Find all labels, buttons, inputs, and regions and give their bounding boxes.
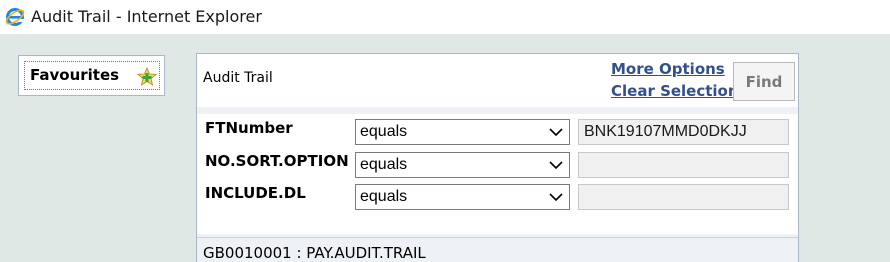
internet-explorer-icon [5,8,25,26]
operator-select-no-sort-option[interactable]: equals [355,152,570,178]
operator-value: equals [360,123,408,140]
window-title: Audit Trail - Internet Explorer [31,7,262,26]
selection-criteria: FTNumber equals BNK19107MMD0DKJJ NO.SORT… [197,114,798,234]
add-favourite-icon[interactable] [137,67,157,87]
panel-footer: GB0010001 : PAY.AUDIT.TRAIL [197,237,798,262]
find-button[interactable]: Find [733,62,795,101]
favourites-box: Favourites [18,55,165,96]
value-field-no-sort-option[interactable] [578,152,789,178]
criteria-label-ftnumber: FTNumber [205,119,293,137]
operator-value: equals [360,188,408,205]
title-bar: Audit Trail - Internet Explorer [0,0,890,34]
panel-header: Audit Trail More Options Clear Selection… [197,54,798,107]
value-field-ftnumber[interactable]: BNK19107MMD0DKJJ [578,119,789,145]
criteria-label-include-dl: INCLUDE.DL [205,184,306,202]
more-options-link[interactable]: More Options [611,60,725,78]
value-field-include-dl[interactable] [578,184,789,210]
favourites-button[interactable]: Favourites [24,61,160,90]
application-reference: GB0010001 : PAY.AUDIT.TRAIL [203,244,426,262]
clear-selection-link[interactable]: Clear Selection [611,82,739,100]
chevron-down-icon [549,193,563,202]
favourites-label: Favourites [30,66,120,84]
operator-select-ftnumber[interactable]: equals [355,119,570,145]
page-content: Favourites Audit Trail More Options Clea… [0,34,890,262]
audit-trail-panel: Audit Trail More Options Clear Selection… [196,53,799,262]
operator-value: equals [360,156,408,173]
value-text: BNK19107MMD0DKJJ [584,123,747,140]
panel-title: Audit Trail [203,70,273,86]
criteria-label-no-sort-option: NO.SORT.OPTION [205,152,349,170]
chevron-down-icon [549,128,563,137]
chevron-down-icon [549,161,563,170]
operator-select-include-dl[interactable]: equals [355,184,570,210]
